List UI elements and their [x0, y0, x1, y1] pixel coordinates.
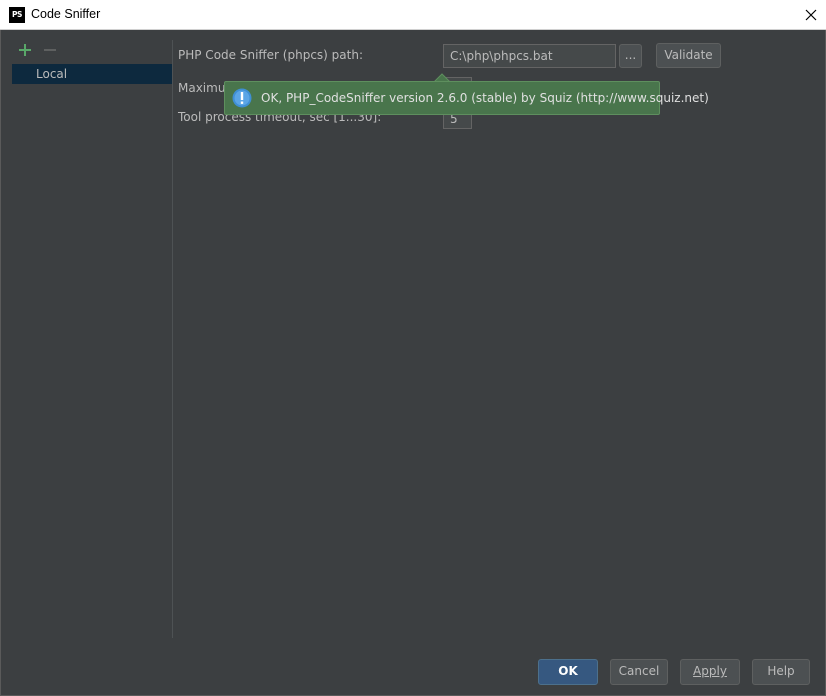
phpcs-path-input[interactable]: C:\php\phpcs.bat [443, 44, 616, 68]
validation-success-tooltip: OK, PHP_CodeSniffer version 2.6.0 (stabl… [224, 81, 709, 115]
max-messages-label: Maximu [178, 81, 226, 95]
help-button[interactable]: Help [752, 659, 810, 685]
info-icon [232, 88, 252, 108]
close-icon [805, 9, 817, 21]
tooltip-message: OK, PHP_CodeSniffer version 2.6.0 (stabl… [261, 91, 709, 105]
cancel-button[interactable]: Cancel [610, 659, 668, 685]
plus-icon [19, 44, 31, 56]
remove-button[interactable] [42, 42, 58, 58]
ok-button[interactable]: OK [538, 659, 598, 685]
phpcs-path-label: PHP Code Sniffer (phpcs) path: [178, 48, 363, 62]
interpreter-list: Local [12, 64, 172, 638]
browse-button[interactable]: ... [619, 44, 642, 68]
sidebar-item-local[interactable]: Local [12, 64, 172, 84]
add-button[interactable] [17, 42, 33, 58]
minus-icon [44, 49, 56, 51]
validate-button[interactable]: Validate [656, 43, 721, 68]
window-close-button[interactable] [796, 0, 826, 30]
sidebar-item-label: Local [36, 67, 68, 81]
apply-button[interactable]: Apply [680, 659, 740, 685]
title-bar: PS Code Sniffer [0, 0, 826, 30]
window-title: Code Sniffer [31, 7, 101, 21]
vertical-divider [172, 40, 173, 638]
phpstorm-app-icon: PS [9, 7, 25, 23]
